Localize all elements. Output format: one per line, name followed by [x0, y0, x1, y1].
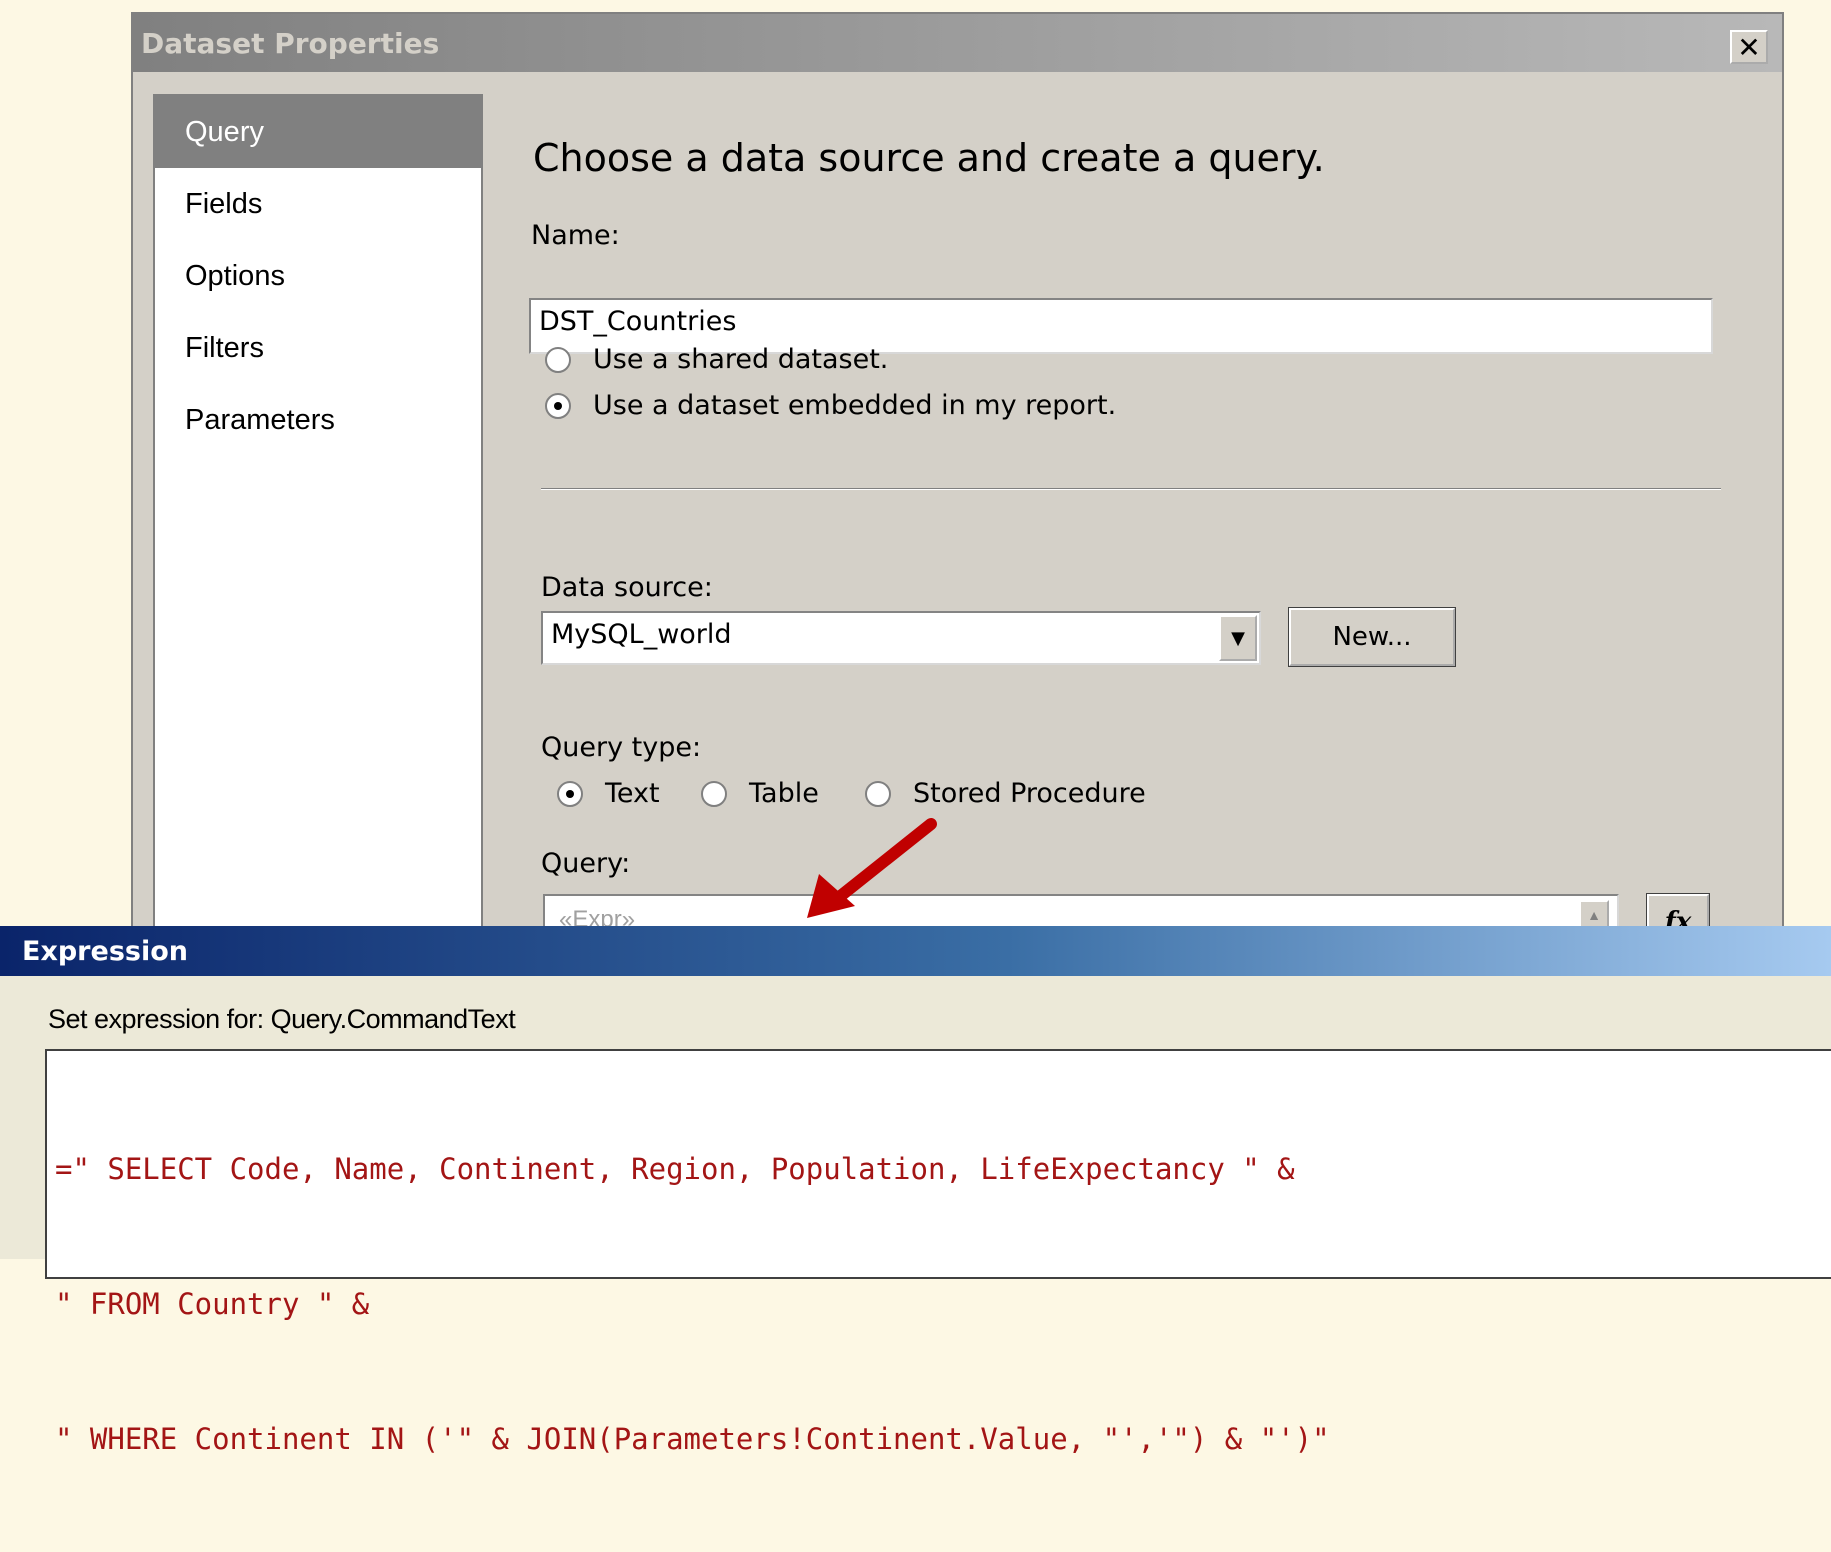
- page-heading: Choose a data source and create a query.: [533, 136, 1325, 180]
- data-source-value: MySQL_world: [551, 619, 732, 650]
- nav-item-label: Fields: [185, 187, 263, 220]
- dialog-title: Dataset Properties: [141, 26, 440, 60]
- query-label: Query:: [541, 848, 631, 879]
- radio-label: Stored Procedure: [913, 778, 1146, 809]
- nav-item-options[interactable]: Options: [155, 240, 481, 312]
- data-source-select[interactable]: MySQL_world ▼: [541, 611, 1261, 665]
- radio-query-stored-procedure[interactable]: Stored Procedure: [865, 778, 1146, 809]
- radio-shared-dataset[interactable]: Use a shared dataset.: [545, 344, 888, 375]
- radio-icon: [865, 780, 891, 807]
- radio-label: Text: [605, 778, 660, 809]
- nav-item-label: Options: [185, 259, 285, 292]
- nav-item-parameters[interactable]: Parameters: [155, 384, 481, 456]
- radio-label: Use a dataset embedded in my report.: [593, 390, 1117, 421]
- separator: [541, 488, 1721, 490]
- name-label: Name:: [531, 220, 620, 251]
- radio-icon: [545, 346, 571, 373]
- nav-item-filters[interactable]: Filters: [155, 312, 481, 384]
- chevron-down-icon[interactable]: ▼: [1219, 615, 1257, 661]
- nav-item-label: Filters: [185, 331, 264, 364]
- data-source-label: Data source:: [541, 572, 713, 603]
- close-icon: ✕: [1737, 30, 1761, 64]
- dataset-properties-dialog: Dataset Properties ✕ Query Fields Option…: [131, 12, 1784, 1024]
- radio-label: Table: [749, 778, 819, 809]
- nav-item-label: Query: [185, 115, 264, 148]
- nav-panel: Query Fields Options Filters Parameters: [153, 94, 483, 994]
- nav-item-label: Parameters: [185, 403, 335, 436]
- expression-title-bar[interactable]: Expression: [0, 926, 1831, 976]
- expression-title: Expression: [22, 935, 188, 967]
- radio-icon-selected: [545, 392, 571, 419]
- new-data-source-button[interactable]: New...: [1288, 607, 1456, 667]
- nav-item-query[interactable]: Query: [155, 96, 481, 168]
- radio-icon: [701, 780, 727, 807]
- set-expression-label: Set expression for: Query.CommandText: [48, 1004, 516, 1034]
- radio-label: Use a shared dataset.: [593, 344, 889, 375]
- code-line: =" SELECT Code, Name, Continent, Region,…: [55, 1152, 1295, 1186]
- radio-embedded-dataset[interactable]: Use a dataset embedded in my report.: [545, 390, 1116, 421]
- dialog-title-bar[interactable]: Dataset Properties: [133, 14, 1782, 72]
- new-button-label: New...: [1332, 622, 1412, 652]
- radio-query-text[interactable]: Text: [557, 778, 660, 809]
- close-button[interactable]: ✕: [1730, 30, 1768, 64]
- nav-item-fields[interactable]: Fields: [155, 168, 481, 240]
- red-arrow-annotation: [807, 818, 937, 918]
- expression-editor[interactable]: =" SELECT Code, Name, Continent, Region,…: [45, 1049, 1831, 1456]
- expression-dialog: Expression Set expression for: Query.Com…: [0, 926, 1831, 1456]
- query-type-label: Query type:: [541, 732, 702, 763]
- code-line: " FROM Country " &: [55, 1287, 370, 1321]
- radio-query-table[interactable]: Table: [701, 778, 819, 809]
- radio-icon-selected: [557, 780, 583, 807]
- code-line: " WHERE Continent IN ('" & JOIN(Paramete…: [55, 1422, 1330, 1456]
